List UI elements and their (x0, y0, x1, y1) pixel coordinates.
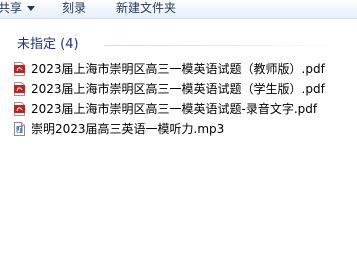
group-divider (105, 45, 352, 46)
new-folder-button[interactable]: 新建文件夹 (116, 0, 176, 18)
group-header[interactable]: 未指定 (4) (17, 36, 352, 54)
chevron-down-icon (27, 6, 36, 11)
pdf-icon (14, 62, 25, 76)
share-label: 共享 (0, 1, 23, 15)
file-name: 2023届上海市崇明区高三一模英语试题（教师版）.pdf (31, 62, 325, 76)
pdf-icon (14, 82, 25, 96)
pdf-icon (14, 102, 25, 116)
audio-file-icon (14, 122, 25, 136)
file-list: 2023届上海市崇明区高三一模英语试题（教师版）.pdf 2023届上海市崇明区… (14, 59, 354, 139)
command-bar: 共享 刻录 新建文件夹 (0, 0, 357, 19)
file-name: 崇明2023届高三英语一模听力.mp3 (31, 122, 225, 136)
file-item[interactable]: 2023届上海市崇明区高三一模英语试题（教师版）.pdf (14, 59, 354, 79)
file-name: 2023届上海市崇明区高三一模英语试题-录音文字.pdf (31, 102, 318, 116)
file-item[interactable]: 崇明2023届高三英语一模听力.mp3 (14, 119, 354, 139)
file-item[interactable]: 2023届上海市崇明区高三一模英语试题（学生版）.pdf (14, 79, 354, 99)
file-name: 2023届上海市崇明区高三一模英语试题（学生版）.pdf (31, 82, 325, 96)
burn-button[interactable]: 刻录 (62, 0, 86, 18)
file-item[interactable]: 2023届上海市崇明区高三一模英语试题-录音文字.pdf (14, 99, 354, 119)
share-button[interactable]: 共享 (0, 0, 36, 18)
